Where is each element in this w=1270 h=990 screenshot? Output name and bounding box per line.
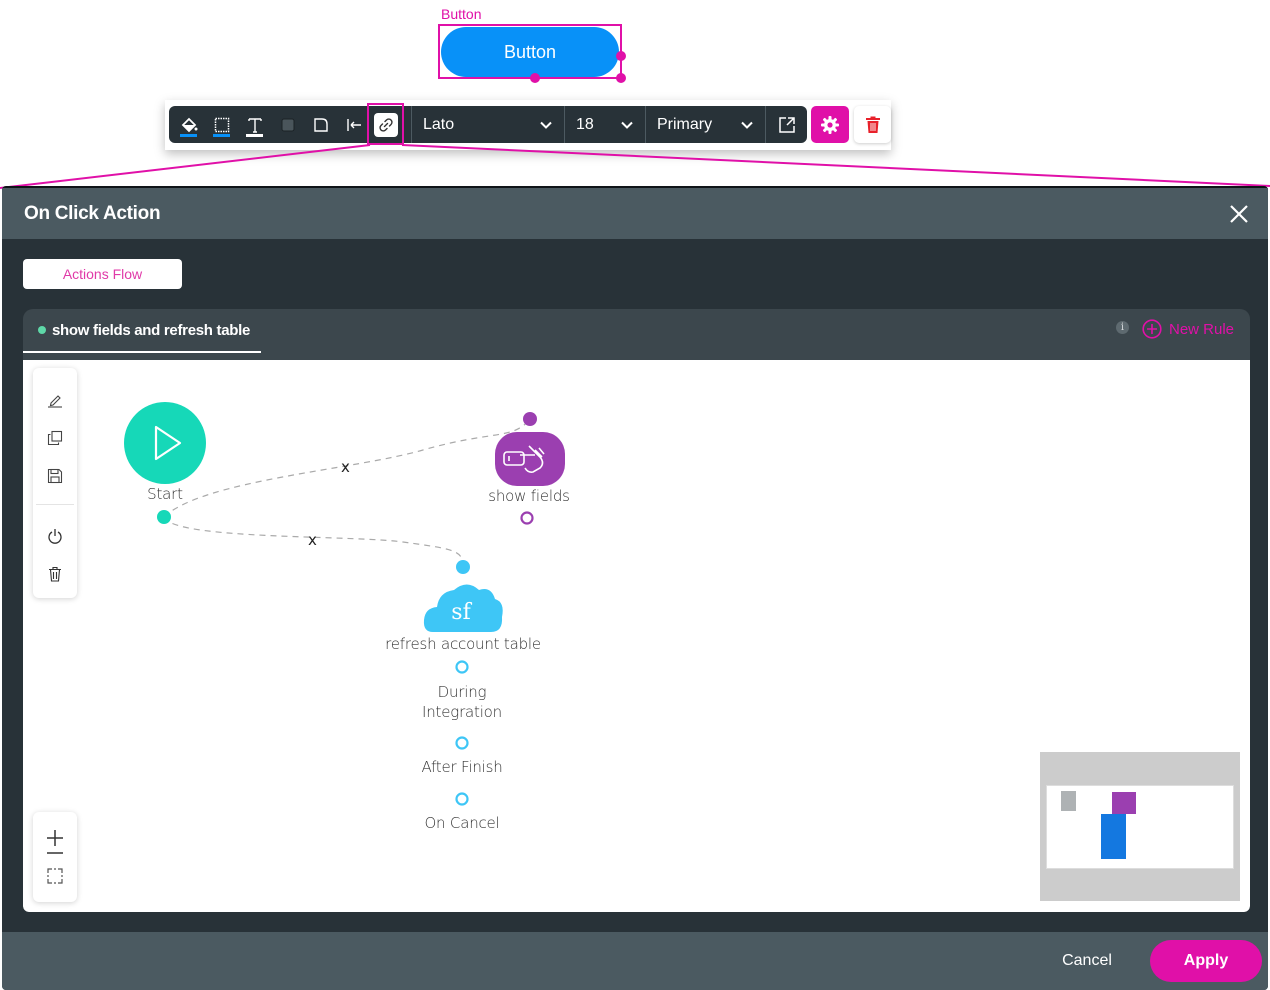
link-action-inner[interactable] bbox=[374, 113, 398, 137]
flow-canvas[interactable]: sf x x Start show fields refresh account… bbox=[23, 360, 1250, 912]
style-value: Primary bbox=[657, 115, 713, 133]
chevron-down-icon bbox=[540, 121, 552, 129]
align-left-icon bbox=[346, 118, 361, 131]
open-external-button[interactable] bbox=[765, 106, 807, 143]
minimap-node-refresh bbox=[1101, 814, 1126, 859]
zoom-toolbar bbox=[33, 812, 77, 902]
salesforce-sf-text: sf bbox=[451, 600, 472, 625]
minimap-viewport[interactable] bbox=[1046, 785, 1234, 869]
start-node-label: Start bbox=[147, 485, 183, 503]
chevron-down-icon bbox=[741, 121, 753, 129]
fill-color-button[interactable] bbox=[172, 106, 205, 143]
zoom-out-button[interactable] bbox=[43, 848, 67, 858]
show-fields-node bbox=[495, 432, 565, 486]
text-color-indicator bbox=[246, 134, 263, 137]
close-button[interactable] bbox=[1224, 199, 1254, 229]
corner-radius-icon bbox=[313, 117, 328, 132]
new-rule-button[interactable]: New Rule bbox=[1142, 319, 1234, 339]
font-size-select[interactable]: 18 bbox=[564, 106, 645, 143]
edge-remove-start-show-fields[interactable]: x bbox=[341, 458, 350, 476]
zoom-in-button[interactable] bbox=[43, 826, 67, 850]
shadow-icon bbox=[281, 118, 294, 131]
modal-footer: Cancel Apply bbox=[2, 932, 1268, 990]
refresh-input-port bbox=[456, 560, 470, 574]
rule-status-dot bbox=[38, 326, 46, 334]
fill-color-icon bbox=[181, 117, 197, 132]
rule-panel: show fields and refresh table i New Rule bbox=[23, 309, 1250, 912]
font-family-select[interactable]: Lato bbox=[411, 106, 564, 143]
minimap-node-show-fields bbox=[1112, 792, 1136, 814]
show-fields-output-port bbox=[520, 511, 534, 525]
info-icon[interactable]: i bbox=[1116, 321, 1129, 334]
text-color-icon bbox=[247, 117, 262, 133]
start-node bbox=[124, 402, 206, 484]
external-link-icon bbox=[778, 116, 795, 133]
settings-button[interactable] bbox=[811, 106, 849, 143]
show-fields-node-label: show fields bbox=[488, 487, 570, 505]
border-color-icon bbox=[214, 117, 229, 132]
start-output-port bbox=[157, 510, 171, 524]
minimap-node-start bbox=[1061, 791, 1076, 811]
on-cancel-port bbox=[455, 792, 469, 806]
trash-icon bbox=[865, 116, 880, 133]
after-finish-port bbox=[455, 736, 469, 750]
after-finish-label: After Finish bbox=[421, 758, 503, 776]
gear-icon bbox=[821, 115, 839, 134]
fill-color-indicator bbox=[180, 134, 197, 137]
tab-actions-flow[interactable]: Actions Flow bbox=[23, 259, 182, 289]
rule-tab[interactable]: show fields and refresh table bbox=[23, 309, 261, 353]
modal-title: On Click Action bbox=[24, 202, 161, 224]
chevron-down-icon bbox=[621, 121, 633, 129]
text-color-button[interactable] bbox=[238, 106, 271, 143]
during-integration-port bbox=[455, 660, 469, 674]
zoom-out-icon bbox=[47, 852, 63, 854]
zoom-in-icon bbox=[47, 830, 63, 846]
modal-header: On Click Action bbox=[2, 188, 1268, 239]
shadow-button[interactable] bbox=[271, 106, 304, 143]
delete-element-button[interactable] bbox=[854, 106, 891, 143]
fit-screen-button[interactable] bbox=[43, 864, 67, 888]
show-fields-input-port bbox=[523, 412, 537, 426]
resize-handle-bottom[interactable] bbox=[530, 73, 540, 83]
on-cancel-label: On Cancel bbox=[424, 814, 500, 832]
rule-name: show fields and refresh table bbox=[52, 321, 251, 339]
cancel-button[interactable]: Cancel bbox=[1052, 944, 1122, 978]
resize-handle-right[interactable] bbox=[616, 51, 626, 61]
fit-screen-icon bbox=[47, 868, 63, 884]
resize-handle-corner[interactable] bbox=[616, 73, 626, 83]
apply-button[interactable]: Apply bbox=[1150, 940, 1262, 982]
corner-radius-button[interactable] bbox=[304, 106, 337, 143]
during-integration-label: During Integration bbox=[422, 683, 502, 721]
close-icon bbox=[1230, 204, 1248, 223]
font-family-value: Lato bbox=[423, 115, 455, 133]
on-click-action-modal: On Click Action Actions Flow show fields… bbox=[2, 186, 1268, 990]
selection-label: Button bbox=[441, 6, 482, 22]
align-left-button[interactable] bbox=[337, 106, 370, 143]
minimap[interactable] bbox=[1040, 752, 1240, 901]
style-select[interactable]: Primary bbox=[645, 106, 765, 143]
canvas-button-element[interactable]: Button bbox=[441, 27, 619, 77]
edge-remove-start-refresh[interactable]: x bbox=[308, 531, 317, 549]
refresh-node-label: refresh account table bbox=[385, 635, 541, 653]
new-rule-label: New Rule bbox=[1169, 320, 1235, 338]
plus-circle-icon bbox=[1142, 319, 1162, 339]
link-icon bbox=[379, 118, 393, 132]
border-color-button[interactable] bbox=[205, 106, 238, 143]
border-color-indicator bbox=[213, 134, 230, 137]
font-size-value: 18 bbox=[576, 115, 594, 133]
